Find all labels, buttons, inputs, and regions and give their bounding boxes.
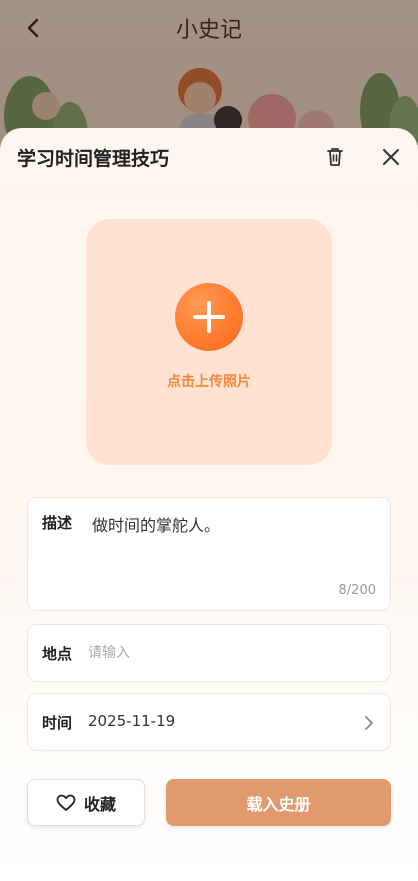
description-char-count: 8/200 — [338, 583, 376, 598]
time-field[interactable]: 时间 2025-11-19 — [27, 693, 391, 751]
chevron-right-icon — [365, 716, 373, 730]
edit-sheet: 学习时间管理技巧 点击上传照片 描述 做时间的掌舵人。 8/200 地点 请输入… — [0, 128, 418, 881]
close-button[interactable] — [378, 144, 404, 170]
location-input[interactable] — [88, 640, 368, 666]
upload-photo-area[interactable]: 点击上传照片 — [86, 219, 332, 465]
favorite-button[interactable]: 收藏 — [27, 779, 145, 826]
favorite-label: 收藏 — [83, 794, 116, 814]
sheet-title: 学习时间管理技巧 — [17, 148, 170, 170]
close-icon — [383, 149, 399, 165]
location-label: 地点 — [42, 645, 73, 663]
delete-button[interactable] — [322, 144, 348, 170]
sheet-header: 学习时间管理技巧 — [0, 128, 418, 186]
description-field[interactable]: 描述 做时间的掌舵人。 8/200 — [27, 497, 391, 611]
load-into-history-button[interactable]: 载入史册 — [166, 779, 391, 826]
upload-label: 点击上传照片 — [167, 374, 251, 390]
description-label: 描述 — [42, 514, 73, 532]
upload-plus-button[interactable] — [175, 283, 243, 351]
location-field[interactable]: 地点 — [27, 624, 391, 682]
trash-icon — [327, 148, 343, 166]
heart-outline-icon — [56, 794, 76, 811]
load-button-label: 载入史册 — [246, 794, 311, 814]
time-value: 2025-11-19 — [88, 712, 176, 730]
time-label: 时间 — [42, 714, 73, 732]
plus-icon — [193, 301, 225, 333]
description-text[interactable]: 做时间的掌舵人。 — [92, 512, 220, 536]
